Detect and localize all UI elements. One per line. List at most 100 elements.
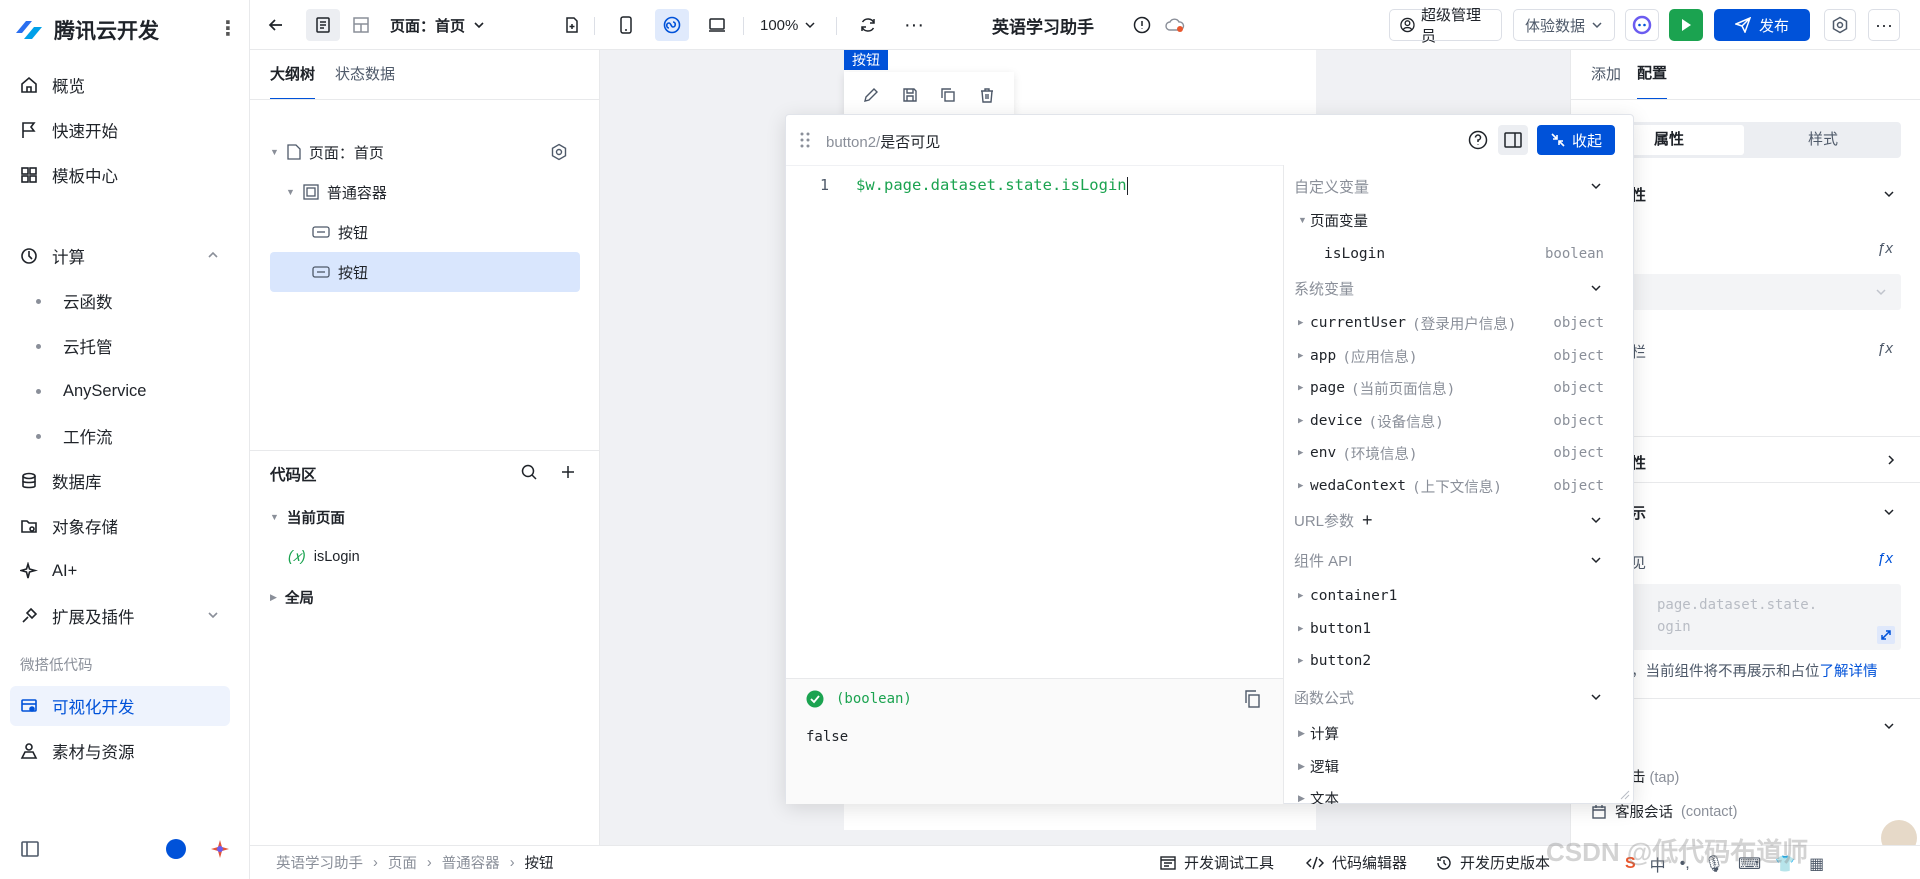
collapse-button[interactable]: 收起 [1537,125,1615,155]
var-item-page[interactable]: ▶ page (当前页面信息) object [1298,373,1610,403]
collapse-sidebar-icon[interactable] [21,841,39,857]
section-url-params[interactable]: URL参数 + [1294,505,1612,535]
var-item-wedacontext[interactable]: ▶ wedaContext (上下文信息) object [1298,471,1610,501]
more-horizontal-icon[interactable]: ··· [898,9,930,41]
seg-style[interactable]: 样式 [1748,125,1898,155]
tab-add[interactable]: 添加 [1591,50,1621,100]
caret-down-icon[interactable]: ▼ [286,187,295,197]
sidebar-item-workflow[interactable]: 工作流 [10,416,230,456]
tree-node-button1[interactable]: 按钮 [270,212,580,252]
search-icon[interactable] [520,463,538,481]
publish-button[interactable]: 发布 [1714,9,1810,41]
event-tap[interactable]: 击 (tap) [1631,766,1679,787]
mobile-view-icon[interactable] [610,9,642,41]
ai-copilot-button[interactable] [1625,9,1659,41]
layout-icon[interactable] [344,9,378,41]
help-icon[interactable] [1468,130,1488,150]
breadcrumb-item[interactable]: 普通容器 [442,852,500,873]
select-field[interactable] [1591,274,1901,310]
settings-button[interactable] [1824,9,1856,41]
caret-right-icon[interactable]: ▶ [270,592,277,603]
expand-icon[interactable] [1877,626,1895,644]
visible-expression-field[interactable]: page.dataset.state. ogin [1591,584,1901,650]
page-selector[interactable]: 页面：首页 [390,9,485,41]
function-group-calc[interactable]: ▶ 计算 [1298,718,1610,748]
var-item-device[interactable]: ▶ device (设备信息) object [1298,406,1610,436]
info-icon[interactable] [1130,9,1154,41]
sidebar-item-cloud-function[interactable]: 云函数 [10,281,230,321]
fx-icon[interactable]: ƒx [1877,340,1893,357]
drag-handle-icon[interactable] [800,132,810,148]
code-line[interactable]: $w.page.dataset.state.isLogin [856,176,1128,195]
sidebar-item-storage[interactable]: 对象存储 [10,506,230,546]
back-icon[interactable] [260,9,292,41]
var-item-app[interactable]: ▶ app (应用信息) object [1298,341,1610,371]
chevron-right-icon[interactable] [1885,454,1897,466]
var-item-islogin[interactable]: isLogin boolean [1324,239,1610,269]
section-custom-vars[interactable]: 自定义变量 [1294,171,1612,201]
sidebar-item-quickstart[interactable]: 快速开始 [10,110,230,150]
section-component-api[interactable]: 组件 API [1294,545,1612,575]
resize-handle-icon[interactable] [1620,790,1630,800]
cloud-sync-icon[interactable] [1162,9,1188,41]
toggle-side-panel-button[interactable] [1498,125,1528,155]
breadcrumb-item[interactable]: 按钮 [525,852,554,873]
ai-assistant-icon[interactable] [210,839,230,859]
miniprogram-view-icon[interactable] [655,9,689,41]
pc-view-icon[interactable] [700,9,734,41]
tree-node-var-islogin[interactable]: (𝑥) isLogin [288,537,598,577]
caret-down-icon[interactable]: ▼ [270,512,279,522]
tree-node-container[interactable]: ▼ 普通容器 [270,172,580,212]
function-group-logic[interactable]: ▶ 逻辑 [1298,751,1610,781]
group-page-vars[interactable]: ▼ 页面变量 [1298,205,1610,235]
function-group-text[interactable]: ▶ 文本 [1298,783,1610,805]
sidebar-item-anyservice[interactable]: AnyService [10,371,230,411]
sidebar-item-visual-dev[interactable]: 可视化开发 [10,686,230,726]
tree-node-current-page[interactable]: ▼ 当前页面 [270,497,580,537]
copy-icon[interactable] [940,87,956,103]
preview-button[interactable] [1669,9,1703,41]
page-list-icon[interactable] [306,9,340,41]
zoom-selector[interactable]: 100% [760,9,816,41]
tree-node-button2[interactable]: 按钮 [270,252,580,292]
component-item-container1[interactable]: ▶ container1 [1298,581,1610,611]
tab-state-data[interactable]: 状态数据 [335,50,395,100]
admin-button[interactable]: 超级管理员 [1389,7,1502,45]
var-item-currentuser[interactable]: ▶ currentUser (登录用户信息) object [1298,308,1610,338]
event-contact[interactable]: 客服会话 (contact) [1591,801,1737,822]
chevron-down-icon[interactable] [1883,506,1895,518]
section-functions[interactable]: 函数公式 [1294,682,1612,712]
edit-icon[interactable] [863,87,879,103]
ime-menu-icon[interactable]: ▦ [1809,854,1824,874]
breadcrumb-item[interactable]: 英语学习助手 [276,852,363,873]
sidebar-item-assets[interactable]: 素材与资源 [10,731,230,771]
breadcrumb-item[interactable]: 页面 [388,852,417,873]
sidebar-item-overview[interactable]: 概览 [10,65,230,105]
component-item-button2[interactable]: ▶ button2 [1298,646,1610,676]
outline-settings-icon[interactable] [550,143,568,161]
chevron-down-icon[interactable] [1883,188,1895,200]
sidebar-item-cloud-hosting[interactable]: 云托管 [10,326,230,366]
fx-icon[interactable]: ƒx [1877,240,1893,257]
copy-icon[interactable] [1244,690,1260,708]
save-icon[interactable] [902,87,918,103]
chevron-down-icon[interactable] [206,608,220,622]
tab-outline-tree[interactable]: 大纲树 [270,50,316,100]
caret-down-icon[interactable]: ▼ [270,147,279,157]
chevron-up-icon[interactable] [206,248,220,262]
section-system-vars[interactable]: 系统变量 [1294,273,1612,303]
sidebar-item-templates[interactable]: 模板中心 [10,155,230,195]
dev-tools-button[interactable]: 开发调试工具 [1160,852,1274,873]
var-item-env[interactable]: ▶ env (环境信息) object [1298,438,1610,468]
sidebar-item-database[interactable]: 数据库 [10,461,230,501]
brand[interactable]: 腾讯云开发 ⋮ [14,14,238,46]
learn-more-link[interactable]: 了解详情 [1820,664,1878,680]
tree-node-page[interactable]: ▼ 页面：首页 [270,132,777,172]
tree-node-global[interactable]: ▶ 全局 [270,577,580,617]
code-editor-button[interactable]: 代码编辑器 [1306,852,1407,873]
history-button[interactable]: 开发历史版本 [1436,852,1550,873]
user-avatar-icon[interactable] [166,839,186,859]
delete-icon[interactable] [979,87,995,103]
tab-config[interactable]: 配置 [1637,50,1668,100]
component-item-button1[interactable]: ▶ button1 [1298,614,1610,644]
